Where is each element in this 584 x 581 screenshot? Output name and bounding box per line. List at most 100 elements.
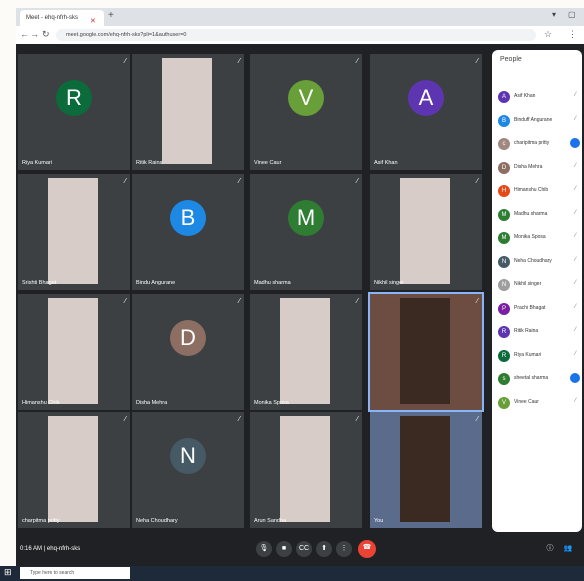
video-tile[interactable]: V ⁄ Vinee Caur	[250, 54, 362, 170]
participant-avatar: R	[498, 326, 510, 338]
participant-list-item[interactable]: R Ritik Raina ⁄	[498, 323, 580, 343]
participant-name: Vinee Caur	[514, 398, 539, 405]
participant-list-item[interactable]: N Neha Choudhary ⁄	[498, 253, 580, 273]
video-tile[interactable]: ⁄ Arun Sandha	[250, 412, 362, 528]
url-input[interactable]: meet.google.com/ehq-nfrh-sks?pli=1&authu…	[56, 29, 536, 41]
participant-avatar: V	[498, 396, 510, 409]
video-tile[interactable]: D ⁄ Disha Mehra	[132, 294, 244, 410]
participant-name: Madhu sharma	[514, 210, 548, 217]
participant-list-item[interactable]: P Prachi Bhagat ⁄	[498, 300, 580, 320]
mic-icon[interactable]: 🎙	[256, 541, 272, 557]
people-icon[interactable]: 👥	[560, 541, 576, 557]
back-icon[interactable]: ←	[20, 29, 29, 39]
video-tile[interactable]: ⁄ Nikhil singer	[370, 174, 482, 290]
participant-list-item[interactable]: V Vinee Caur ⁄	[498, 394, 580, 414]
more-options-icon[interactable]: ⋮	[336, 541, 352, 557]
participant-avatar: H	[498, 185, 510, 197]
mic-muted-icon: ⁄	[574, 256, 576, 263]
leave-call-button[interactable]: ☎	[358, 540, 376, 558]
participant-list-item[interactable]: N Nikhil singer ⁄	[498, 276, 580, 296]
mic-muted-icon: ⁄	[574, 303, 576, 310]
participant-name: Neha Choudhary	[136, 518, 178, 524]
participant-name: Nikhil singer	[374, 280, 404, 286]
video-tile[interactable]: ⁄ Srishti Bhagat	[18, 174, 130, 290]
participant-name: You	[374, 518, 384, 524]
minimize-icon[interactable]: ▾	[552, 10, 556, 19]
participant-name: Ritik Raina	[136, 160, 163, 166]
mic-muted-icon: ⁄	[124, 298, 126, 305]
browser-tab[interactable]: Meet - ehq-nfrh-sks ✕	[20, 10, 104, 26]
video-feed-image	[48, 298, 98, 404]
video-tile[interactable]: A ⁄ Asif Khan	[370, 54, 482, 170]
present-icon[interactable]: ⬆	[316, 541, 332, 557]
participant-list-item[interactable]: M Madhu sharma ⁄	[498, 206, 580, 226]
participant-name: Disha Mehra	[136, 400, 168, 406]
camera-icon[interactable]: ■	[276, 541, 292, 557]
video-tile[interactable]: ⁄ Himanshu Chib	[18, 294, 130, 410]
taskbar-search-input[interactable]: Type here to search	[20, 567, 130, 579]
video-tile[interactable]: ⁄	[368, 292, 484, 412]
video-feed-image	[162, 58, 212, 164]
participant-name: Prachi Bhagat	[514, 304, 546, 311]
participant-avatar: R	[56, 80, 92, 116]
mic-muted-icon: ⁄	[574, 280, 576, 286]
participant-list-item[interactable]: H Himanshu Chib ⁄	[498, 182, 580, 202]
video-feed-image	[400, 416, 450, 522]
mic-muted-icon: ⁄	[574, 92, 576, 98]
participant-avatar: s	[498, 373, 510, 385]
participant-name: Neha Choudhary	[514, 257, 552, 264]
participant-name: Asif Khan	[514, 93, 536, 99]
participant-name: Monika Sposa	[514, 234, 546, 240]
participant-name: charipitma pritty	[514, 140, 550, 146]
close-tab-icon[interactable]: ✕	[90, 14, 96, 26]
mic-muted-icon: ⁄	[476, 416, 478, 423]
video-tile[interactable]: ⁄ You	[370, 412, 482, 528]
start-icon[interactable]: ⊞	[4, 567, 12, 578]
video-tile[interactable]: M ⁄ Madhu sharma	[250, 174, 362, 290]
participant-list-item[interactable]: c charipitma pritty	[498, 135, 580, 155]
participant-name: Disha Mehra	[514, 163, 543, 170]
meeting-info: 0:16 AM | ehq-nfrh-sks	[20, 546, 81, 552]
participant-name: charpitma pritty	[22, 518, 60, 524]
participant-avatar: N	[170, 438, 206, 474]
participant-list-item[interactable]: D Disha Mehra ⁄	[498, 159, 580, 179]
participant-name: Himanshu Chib	[514, 187, 549, 193]
mic-muted-icon: ⁄	[356, 416, 358, 423]
video-feed-image	[48, 416, 98, 522]
video-tile[interactable]: B ⁄ Bindu Angurane	[132, 174, 244, 290]
mic-muted-icon: ⁄	[238, 416, 240, 423]
windows-taskbar: ⊞ Type here to search	[0, 566, 584, 581]
video-tile[interactable]: ⁄ Ritik Raina	[132, 54, 244, 170]
mic-muted-icon: ⁄	[124, 416, 126, 423]
participant-name: Riya Kumari	[514, 351, 542, 358]
participant-avatar: A	[498, 91, 510, 103]
video-tile[interactable]: ⁄ charpitma pritty	[18, 412, 130, 528]
people-panel-title: People	[500, 56, 522, 63]
star-icon[interactable]: ☆	[544, 29, 552, 40]
new-tab-icon[interactable]: +	[108, 10, 114, 21]
mic-muted-icon: ⁄	[356, 58, 358, 65]
participant-name: Bindu Angurane	[136, 280, 176, 286]
menu-icon[interactable]: ⋮	[568, 29, 577, 40]
participant-name: Himanshu Chib	[22, 400, 60, 406]
participant-list-item[interactable]: A Asif Khan ⁄	[498, 88, 580, 108]
participant-avatar: N	[498, 279, 510, 291]
tab-bar: Meet - ehq-nfrh-sks ✕ + ▾ ▢	[16, 8, 584, 26]
reload-icon[interactable]: ↻	[42, 29, 50, 40]
participant-avatar: c	[498, 138, 510, 150]
participant-list-item[interactable]: s sheetal sharma	[498, 370, 580, 390]
participant-name: Asif Khan	[374, 160, 398, 166]
video-tile[interactable]: N ⁄ Neha Choudhary	[132, 412, 244, 528]
participant-list-item[interactable]: R Riya Kumari ⁄	[498, 347, 580, 367]
forward-icon[interactable]: →	[30, 29, 39, 39]
participant-list-item[interactable]: M Monika Sposa ⁄	[498, 229, 580, 249]
video-tile[interactable]: ⁄ Monika Sposa	[250, 294, 362, 410]
captions-icon[interactable]: CC	[296, 541, 312, 557]
mic-muted-icon: ⁄	[574, 115, 576, 122]
participant-name: Riya Kumari	[22, 160, 52, 166]
video-tile[interactable]: R ⁄ Riya Kumari	[18, 54, 130, 170]
info-icon[interactable]: ⓘ	[542, 541, 558, 557]
maximize-icon[interactable]: ▢	[568, 10, 576, 19]
participant-list-item[interactable]: B Binduff Angurane ⁄	[498, 112, 580, 132]
participant-avatar: D	[498, 161, 510, 174]
